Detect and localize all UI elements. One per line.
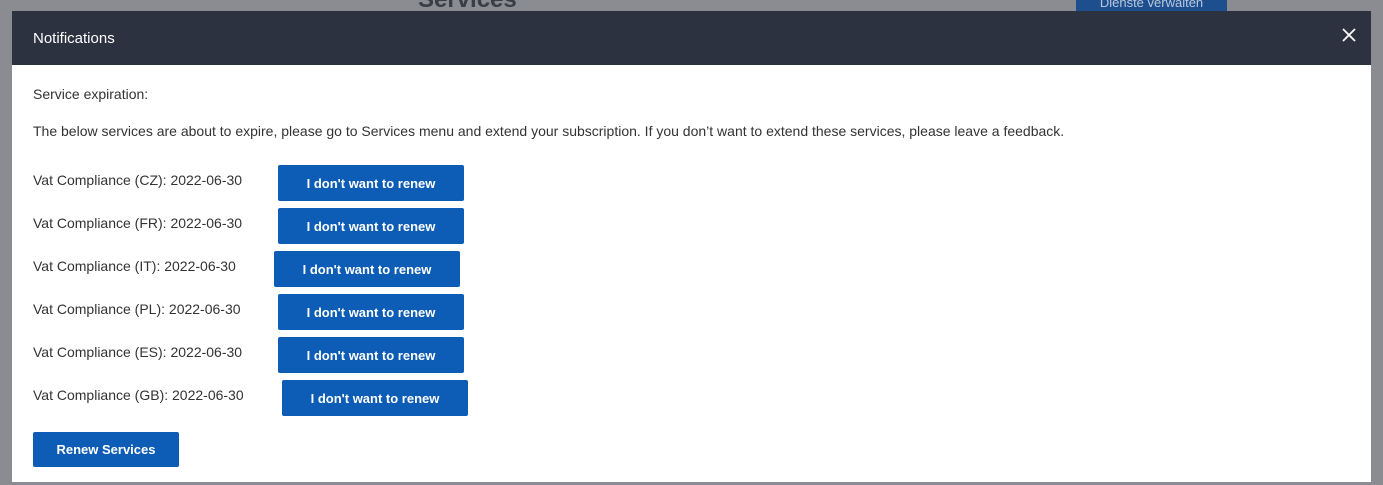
close-icon[interactable] xyxy=(1339,25,1359,45)
service-label: Vat Compliance (ES): 2022-06-30 xyxy=(33,344,243,360)
dont-renew-button-gb[interactable]: I don't want to renew xyxy=(282,380,468,416)
modal-header: Notifications xyxy=(12,11,1371,65)
service-expiration-heading: Service expiration: xyxy=(33,86,149,102)
dont-renew-button-cz[interactable]: I don't want to renew xyxy=(278,165,464,201)
service-label: Vat Compliance (IT): 2022-06-30 xyxy=(33,258,236,274)
dont-renew-button-fr[interactable]: I don't want to renew xyxy=(278,208,464,244)
service-label: Vat Compliance (PL): 2022-06-30 xyxy=(33,301,241,317)
expiration-message: The below services are about to expire, … xyxy=(33,123,1065,139)
service-label: Vat Compliance (GB): 2022-06-30 xyxy=(33,387,244,403)
service-label: Vat Compliance (FR): 2022-06-30 xyxy=(33,215,243,231)
dont-renew-button-pl[interactable]: I don't want to renew xyxy=(278,294,464,330)
modal-title: Notifications xyxy=(33,30,115,47)
dont-renew-button-it[interactable]: I don't want to renew xyxy=(274,251,460,287)
renew-services-button[interactable]: Renew Services xyxy=(33,432,179,467)
service-label: Vat Compliance (CZ): 2022-06-30 xyxy=(33,172,243,188)
notifications-modal: Notifications Service expiration: The be… xyxy=(12,11,1371,482)
dont-renew-button-es[interactable]: I don't want to renew xyxy=(278,337,464,373)
